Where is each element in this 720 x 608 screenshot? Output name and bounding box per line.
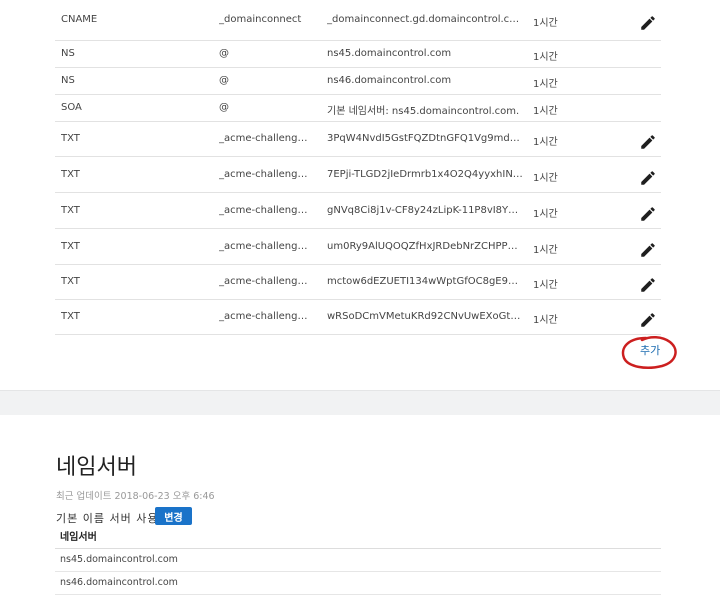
record-type: TXT	[61, 205, 80, 216]
record-data: mctow6dEZUETI134wWptGfOC8gE9q_oyCrkBv...	[327, 276, 523, 287]
dns-record-row: NS @ ns45.domaincontrol.com 1시간	[55, 41, 661, 68]
record-data: ns45.domaincontrol.com	[327, 48, 452, 59]
record-ttl: 1시간	[533, 315, 558, 326]
dns-record-row: SOA @ 기본 네임서버: ns45.domaincontrol.com. 1시간	[55, 95, 661, 122]
dns-record-row: TXT _acme-challenge.codi... 7EPji-TLGD2jIe…	[55, 157, 661, 193]
record-type: TXT	[61, 133, 80, 144]
edit-record-button[interactable]	[639, 205, 659, 225]
dns-record-row: NS @ ns46.domaincontrol.com 1시간	[55, 68, 661, 95]
dns-record-row: TXT _acme-challenge.codi... um0Ry9AlUQOQZf…	[55, 229, 661, 265]
edit-record-button[interactable]	[639, 311, 659, 331]
nameserver-row: ns45.domaincontrol.com	[55, 549, 661, 572]
record-ttl: 1시간	[533, 79, 558, 90]
record-name: @	[219, 75, 229, 86]
record-data: ns46.domaincontrol.com	[327, 75, 452, 86]
pencil-icon	[641, 171, 655, 185]
record-name: _acme-challenge.codi...	[219, 276, 311, 287]
record-ttl: 1시간	[533, 280, 558, 291]
pencil-icon	[641, 16, 655, 30]
edit-record-button[interactable]	[639, 276, 659, 296]
record-data: gNVq8Ci8j1v-CF8y24zLipK-11P8vI8YTiQcvMr.…	[327, 205, 523, 216]
dns-record-row: TXT _acme-challenge.codi... gNVq8Ci8j1v-CF…	[55, 193, 661, 229]
nameserver-row: ns46.domaincontrol.com	[55, 572, 661, 595]
record-name: _domainconnect	[219, 14, 302, 25]
nameserver-table: 네임서버 ns45.domaincontrol.com ns46.domainc…	[55, 530, 661, 595]
edit-record-button[interactable]	[639, 169, 659, 189]
dns-record-row: TXT _acme-challenge.codi... wRSoDCmVMetuKR…	[55, 300, 661, 335]
edit-record-button[interactable]	[639, 14, 659, 34]
record-data: wRSoDCmVMetuKRd92CNvUwEXoGt_xG_JjKa2...	[327, 311, 523, 322]
record-name: @	[219, 102, 229, 113]
section-divider	[0, 390, 720, 415]
record-type: NS	[61, 48, 75, 59]
pencil-icon	[641, 243, 655, 257]
record-ttl: 1시간	[533, 137, 558, 148]
dns-record-row: TXT _acme-challenge.codi... mctow6dEZUETI1…	[55, 265, 661, 300]
record-ttl: 1시간	[533, 52, 558, 63]
record-data: um0Ry9AlUQOQZfHxJRDebNrZCHPPy1UlEnb_...	[327, 241, 523, 252]
record-type: SOA	[61, 102, 82, 113]
default-nameserver-label: 기본 이름 서버 사용	[56, 512, 159, 525]
record-data: 기본 네임서버: ns45.domaincontrol.com.	[327, 106, 520, 117]
record-data: 3PqW4NvdI5GstFQZDtnGFQ1Vg9mdMvAaCur...	[327, 133, 523, 144]
nameserver-title: 네임서버	[56, 455, 137, 480]
record-name: @	[219, 48, 229, 59]
record-ttl: 1시간	[533, 18, 558, 29]
record-name: _acme-challenge.codi...	[219, 205, 311, 216]
record-ttl: 1시간	[533, 209, 558, 220]
record-name: _acme-challenge.codi...	[219, 169, 311, 180]
record-name: _acme-challenge.codi...	[219, 311, 311, 322]
change-button[interactable]: 변경	[155, 507, 192, 525]
pencil-icon	[641, 207, 655, 221]
dns-record-row: CNAME _domainconnect _domainconnect.gd.dom…	[55, 0, 661, 41]
record-type: NS	[61, 75, 75, 86]
record-data: 7EPji-TLGD2jIeDrmrb1x4O2Q4yyxhINZnvd1Of.…	[327, 169, 523, 180]
record-name: _acme-challenge.codi...	[219, 241, 311, 252]
edit-record-button[interactable]	[639, 133, 659, 153]
dns-records-table: CNAME _domainconnect _domainconnect.gd.dom…	[55, 0, 661, 335]
record-type: TXT	[61, 311, 80, 322]
record-data: _domainconnect.gd.domaincontrol.com	[327, 14, 523, 25]
record-ttl: 1시간	[533, 173, 558, 184]
record-type: TXT	[61, 241, 80, 252]
record-ttl: 1시간	[533, 245, 558, 256]
record-name: _acme-challenge.codi...	[219, 133, 311, 144]
edit-record-button[interactable]	[639, 241, 659, 261]
pencil-icon	[641, 278, 655, 292]
last-updated-text: 최근 업데이트 2018-06-23 오후 6:46	[56, 491, 215, 502]
dns-record-row: TXT _acme-challenge.codi... 3PqW4NvdI5GstF…	[55, 122, 661, 157]
pencil-icon	[641, 135, 655, 149]
record-ttl: 1시간	[533, 106, 558, 117]
pencil-icon	[641, 313, 655, 327]
record-type: TXT	[61, 169, 80, 180]
nameserver-column-header: 네임서버	[55, 530, 661, 549]
record-type: TXT	[61, 276, 80, 287]
record-type: CNAME	[61, 14, 98, 25]
red-circle-annotation	[621, 336, 677, 369]
